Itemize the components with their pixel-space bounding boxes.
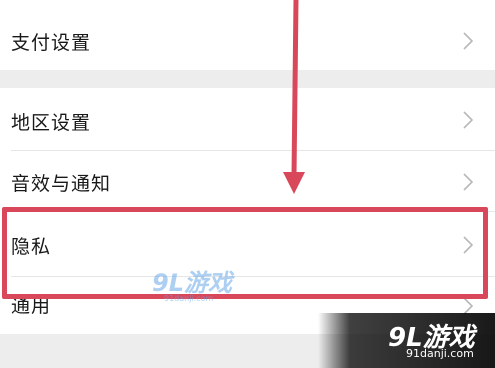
chevron-right-icon (463, 173, 473, 191)
settings-item-region[interactable]: 地区设置 (0, 88, 495, 150)
watermark-corner: 9L游戏 91danji.com (318, 313, 495, 368)
settings-group-payment: 支付设置 (0, 0, 495, 70)
watermark-logo: 9L游戏 91danji.com (152, 269, 235, 303)
settings-item-label: 支付设置 (11, 32, 92, 54)
watermark-url: 91danji.com (406, 347, 474, 360)
settings-item-label: 音效与通知 (11, 173, 112, 195)
settings-item-sound-notify[interactable]: 音效与通知 (0, 151, 495, 211)
chevron-right-icon (463, 32, 473, 50)
chevron-right-icon (463, 111, 473, 129)
watermark-logo-url: 91danji.com (164, 294, 214, 303)
watermark-logo-text: 9L游戏 (152, 269, 235, 297)
settings-screen: 支付设置 地区设置 音效与通知 隐私 通用 9L游戏 91danji.com 9… (0, 0, 495, 368)
settings-item-payment[interactable]: 支付设置 (0, 10, 495, 70)
settings-item-label: 地区设置 (11, 112, 92, 134)
annotation-arrow (283, 0, 305, 194)
